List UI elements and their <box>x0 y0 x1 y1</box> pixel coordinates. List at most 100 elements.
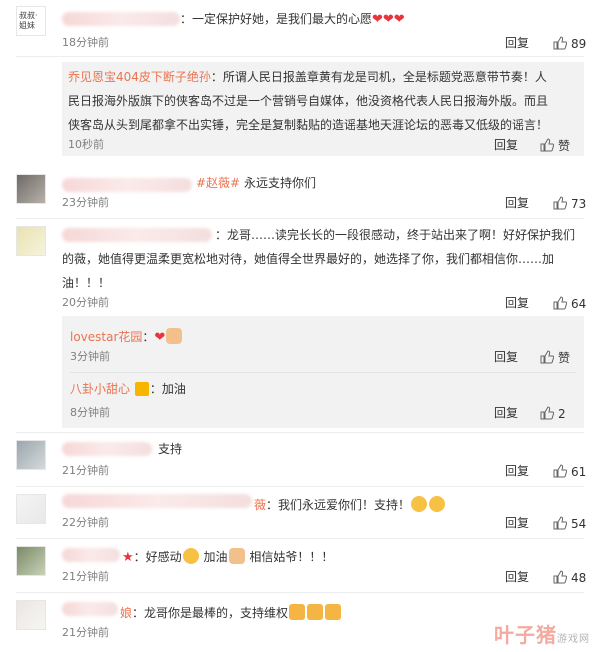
topic-link[interactable]: #赵薇# <box>196 176 240 190</box>
reply-button[interactable]: 回复 <box>505 464 529 478</box>
avatar[interactable] <box>16 226 46 256</box>
divider <box>16 56 584 57</box>
like-count: 89 <box>571 37 587 51</box>
comment-text: ★：好感动 加油 相信姑爷！！！ <box>122 548 334 565</box>
blurred-username <box>62 12 180 26</box>
divider <box>16 592 584 593</box>
rock-hand-emoji <box>325 604 342 620</box>
thumbs-up-icon <box>540 406 554 420</box>
reply-button[interactable]: 回复 <box>494 406 518 420</box>
comment-time: 21分钟前 <box>62 626 109 639</box>
blurred-username <box>62 494 252 508</box>
divider <box>16 538 584 539</box>
comment-time: 23分钟前 <box>62 196 109 209</box>
comment-text: #赵薇# 永远支持你们 <box>196 176 316 190</box>
username-link[interactable]: 八卦小甜心 <box>70 382 130 396</box>
blurred-username <box>62 178 192 192</box>
sub-reply-time: 8分钟前 <box>70 406 110 419</box>
rock-hand-emoji <box>289 604 306 620</box>
like-count: 61 <box>571 465 587 479</box>
avatar[interactable] <box>16 494 46 524</box>
comment-time: 21分钟前 <box>62 570 109 583</box>
comment-text: 支持 <box>158 442 183 456</box>
reply-button[interactable]: 回复 <box>494 138 518 152</box>
thumbs-up-icon <box>553 196 567 210</box>
laugh-emoji <box>429 496 446 512</box>
like-button[interactable]: 48 <box>553 570 586 585</box>
mention-link[interactable]: 薇 <box>254 498 266 512</box>
reply-button[interactable]: 回复 <box>505 296 529 310</box>
comment-time: 22分钟前 <box>62 516 109 529</box>
heart-emoji: ❤ <box>154 330 166 345</box>
sub-reply-text: lovestar花园：❤ <box>70 328 183 345</box>
like-button[interactable]: 89 <box>553 36 586 51</box>
comment-text: ：一定保护好她，是我们最大的心愿❤❤❤ <box>180 12 405 27</box>
comment-text-line-3: 油！！！ <box>62 276 111 290</box>
comment-time: 18分钟前 <box>62 36 109 49</box>
tear-emoji <box>182 548 199 564</box>
comment-time: 21分钟前 <box>62 464 109 477</box>
sub-replies-box: lovestar花园：❤ 3分钟前 回复 赞 八卦小甜心 ：加油 8分钟前 回复… <box>62 316 584 428</box>
username-link[interactable]: lovestar花园 <box>70 330 142 344</box>
reply-button[interactable]: 回复 <box>494 350 518 364</box>
like-count: 54 <box>571 517 587 531</box>
avatar[interactable] <box>16 600 46 630</box>
avatar[interactable]: 叔叔·姐妹 <box>16 6 46 36</box>
sub-reply-1: lovestar花园：❤ 3分钟前 回复 赞 <box>62 316 584 372</box>
comment-text-line-1: ：龙哥……读完长长的一段很感动，终于站出来了啊！好好保护我们 <box>215 228 576 242</box>
like-label: 赞 <box>558 351 571 365</box>
divider <box>16 486 584 487</box>
blurred-username <box>62 442 152 456</box>
thumbs-up-icon <box>553 36 567 50</box>
like-button[interactable]: 2 <box>540 406 566 421</box>
thumbs-up-icon <box>540 350 554 364</box>
username-link[interactable]: 乔见恩宝404皮下断子绝孙 <box>68 70 211 84</box>
thumbs-up-icon <box>553 464 567 478</box>
avatar[interactable] <box>16 546 46 576</box>
like-button[interactable]: 73 <box>553 196 586 211</box>
comment-text-line-2: 民日报海外版旗下的侠客岛不过是一个营销号自媒体，他没资格代表人民日报海外版。而且 <box>68 94 549 108</box>
thumbs-up-icon <box>553 570 567 584</box>
laugh-emoji <box>411 496 428 512</box>
comment-time: 20分钟前 <box>62 296 109 309</box>
divider <box>16 218 584 219</box>
comment-text: 薇：我们永远爱你们！支持！ <box>254 496 446 512</box>
avatar[interactable] <box>16 440 46 470</box>
divider <box>16 432 584 433</box>
reply-button[interactable]: 回复 <box>505 516 529 530</box>
comment-text: 娘：龙哥你是最棒的，支持维权 <box>120 604 342 620</box>
sub-reply-time: 3分钟前 <box>70 350 110 363</box>
like-count: 2 <box>558 407 566 421</box>
like-count: 73 <box>571 197 587 211</box>
comment-text-line-2: 的薇，她值得更温柔更宽松地对待，她值得全世界最好的，她选择了你，我们都相信你……… <box>62 252 555 266</box>
like-button[interactable]: 赞 <box>540 350 570 365</box>
like-button[interactable]: 64 <box>553 296 586 311</box>
like-button[interactable]: 赞 <box>540 138 570 153</box>
blurred-username <box>62 602 118 616</box>
avatar[interactable] <box>16 174 46 204</box>
star-icon: ★ <box>122 550 134 565</box>
like-button[interactable]: 61 <box>553 464 586 479</box>
sub-reply-2: 八卦小甜心 ：加油 8分钟前 回复 2 <box>62 372 584 428</box>
sub-reply-text: 八卦小甜心 ：加油 <box>70 382 186 396</box>
strong-arm-emoji <box>166 328 183 344</box>
like-count: 48 <box>571 571 587 585</box>
comment-text-line-1: 乔见恩宝404皮下断子绝孙：所谓人民日报盖章黄有龙是司机，全是标题党恶意带节奏！… <box>68 70 547 84</box>
thumbs-up-icon <box>553 296 567 310</box>
blurred-username <box>62 548 120 562</box>
like-count: 64 <box>571 297 587 311</box>
reply-button[interactable]: 回复 <box>505 196 529 210</box>
rock-hand-emoji <box>307 604 324 620</box>
thumbs-up-icon <box>540 138 554 152</box>
mention-link[interactable]: 娘 <box>120 606 132 620</box>
reply-button[interactable]: 回复 <box>505 36 529 50</box>
comment-time: 10秒前 <box>68 138 104 151</box>
heart-emoji: ❤❤❤ <box>372 12 405 27</box>
reply-button[interactable]: 回复 <box>505 570 529 584</box>
v-badge-icon <box>134 382 149 396</box>
watermark-logo: 叶子猪游戏网 <box>494 623 590 647</box>
thumbs-up-icon <box>553 516 567 530</box>
like-button[interactable]: 54 <box>553 516 586 531</box>
strong-arm-emoji <box>228 548 245 564</box>
comment-text-line-3: 侠客岛从头到尾都拿不出实锤，完全是复制黏贴的造谣基地天涯论坛的恶毒又低级的谣言！ <box>68 118 549 132</box>
